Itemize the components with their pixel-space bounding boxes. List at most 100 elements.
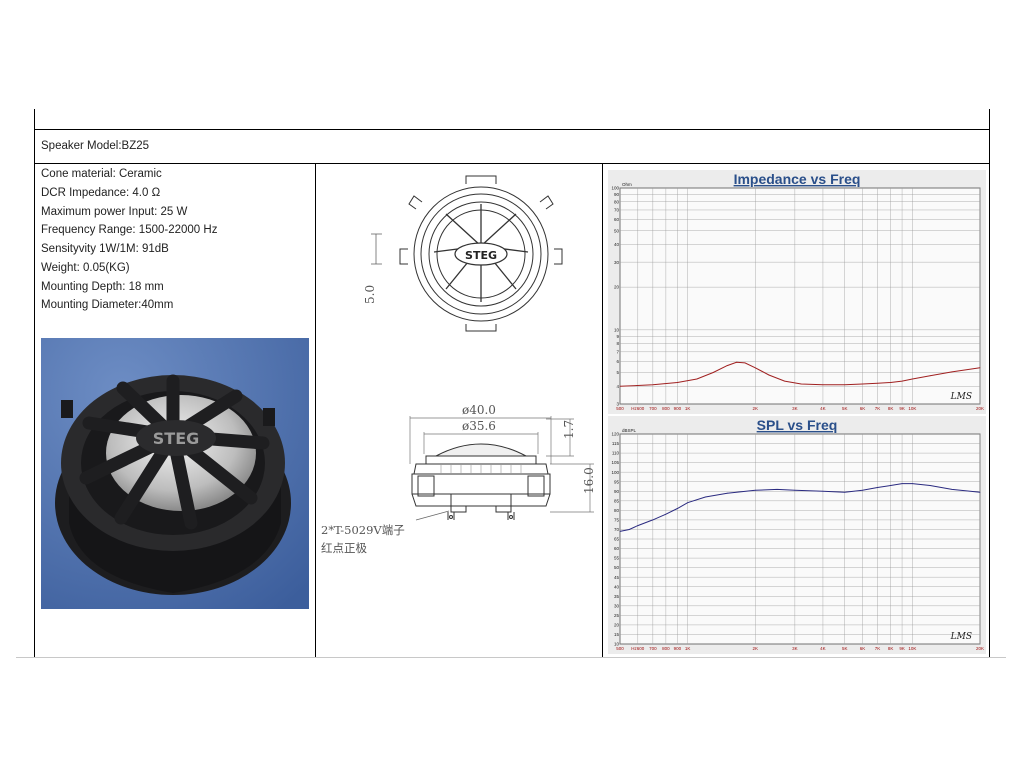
spec-mounting-depth: Mounting Depth: 18 mm [41, 281, 164, 293]
data-point [676, 508, 678, 509]
data-point [929, 375, 931, 377]
dim-cap-height: 1.7 [562, 420, 576, 439]
x-tick-label: 8K [888, 406, 894, 411]
terminal-note-1: 2*T-5029V端子 [321, 523, 405, 537]
data-point [754, 367, 756, 369]
y-tick-label: 35 [614, 594, 620, 599]
dim-inner-diameter: ø35.6 [462, 419, 496, 433]
data-point [951, 488, 953, 490]
x-tick-label: 4K [820, 406, 826, 411]
data-point [744, 362, 746, 364]
x-tick-label: 800 [662, 646, 670, 651]
y-tick-label: 110 [612, 451, 620, 456]
data-point [776, 488, 778, 490]
x-tick-label: 9K [899, 646, 905, 651]
data-point [705, 496, 706, 498]
y-tick-label: 50 [614, 228, 620, 233]
data-point [652, 384, 654, 386]
y-tick-label: 25 [614, 613, 620, 618]
y-tick-label: 85 [614, 498, 620, 503]
y-tick-label: 15 [614, 632, 620, 637]
y-tick-label: 105 [611, 460, 619, 465]
data-point [687, 502, 689, 504]
data-point [726, 365, 728, 366]
x-tick-label: 6K [860, 406, 866, 411]
data-point [726, 492, 728, 494]
x-tick-label: 700 [649, 646, 657, 651]
spec-max-power: Maximum power Input: 25 W [41, 206, 188, 218]
x-tick-label: 2K [753, 646, 759, 651]
x-tick-label: 9K [899, 406, 905, 411]
data-point [822, 384, 824, 386]
plot-area [619, 187, 981, 405]
page-bottom-rule [16, 657, 1006, 658]
data-point [652, 519, 654, 521]
data-point [784, 380, 785, 382]
data-point [844, 491, 846, 493]
spec-mounting-diameter: Mounting Diameter:40mm [41, 299, 174, 311]
data-point [862, 489, 863, 491]
data-point [911, 483, 913, 485]
data-point [979, 367, 981, 369]
y-tick-label: 50 [614, 565, 620, 570]
y-tick-label: 65 [614, 537, 620, 542]
data-point [951, 371, 953, 373]
spec-sensitivity: Sensityvity 1W/1M: 91dB [41, 243, 169, 255]
x-tick-label: 5K [842, 646, 848, 651]
data-point [665, 513, 667, 515]
x-tick-label: 7K [875, 646, 881, 651]
data-point [901, 483, 903, 485]
data-point [901, 380, 903, 382]
chart-title: Impedance vs Freq [734, 171, 861, 187]
y-tick-label: 100 [611, 186, 619, 191]
x-tick-label: 900 [674, 406, 682, 411]
drawing-brand-text: STEG [465, 249, 497, 262]
y-tick-label: 40 [614, 584, 620, 589]
photo-brand-text: STEG [153, 429, 200, 448]
data-point [800, 383, 802, 385]
y-axis-label: dBSPL [622, 428, 637, 433]
table-left-border [34, 109, 35, 657]
x-tick-label: Hz600 [631, 406, 645, 411]
y-tick-label: 20 [614, 623, 620, 628]
data-point [822, 490, 824, 492]
data-point [619, 385, 621, 387]
y-tick-label: 75 [614, 518, 620, 523]
table-right-border [989, 109, 990, 657]
data-point [696, 378, 698, 380]
x-tick-label: 3K [792, 646, 798, 651]
data-point [754, 489, 756, 491]
data-point [736, 361, 737, 363]
speaker-model-label: Speaker Model:BZ25 [41, 140, 150, 152]
x-tick-label: 700 [649, 406, 657, 411]
data-point [619, 530, 621, 532]
y-tick-label: 70 [614, 208, 620, 213]
y-tick-label: 70 [614, 527, 620, 532]
y-tick-label: 90 [614, 192, 620, 197]
data-point [979, 491, 981, 493]
table-top-border [34, 129, 990, 130]
y-tick-label: 45 [614, 575, 620, 580]
spec-dcr-impedance: DCR Impedance: 4.0 Ω [41, 187, 161, 199]
product-photo: STEG [41, 338, 309, 609]
y-tick-label: 30 [614, 603, 620, 608]
x-tick-label: 4K [820, 646, 826, 651]
data-point [929, 485, 931, 486]
y-tick-label: 30 [614, 260, 620, 265]
x-tick-label: 8K [888, 646, 894, 651]
data-point [890, 382, 891, 383]
x-tick-label: 900 [674, 646, 682, 651]
x-tick-label: 500 [616, 646, 624, 651]
technical-drawing: STEG 5.0 ø40.0 ø35.6 1.7 16.0 2*T-5029V端… [321, 175, 596, 555]
data-point [890, 485, 891, 486]
lms-watermark: LMS [950, 392, 972, 402]
y-tick-label: 120 [611, 432, 619, 437]
data-point [844, 384, 846, 386]
dim-depth: 16.0 [582, 467, 596, 494]
y-tick-label: 80 [614, 199, 620, 204]
x-tick-label: Hz600 [631, 646, 645, 651]
x-tick-label: 20K [976, 646, 984, 651]
x-tick-label: 2K [753, 406, 759, 411]
y-axis-label: Ohm [622, 182, 632, 187]
spec-frequency-range: Frequency Range: 1500-22000 Hz [41, 224, 218, 236]
